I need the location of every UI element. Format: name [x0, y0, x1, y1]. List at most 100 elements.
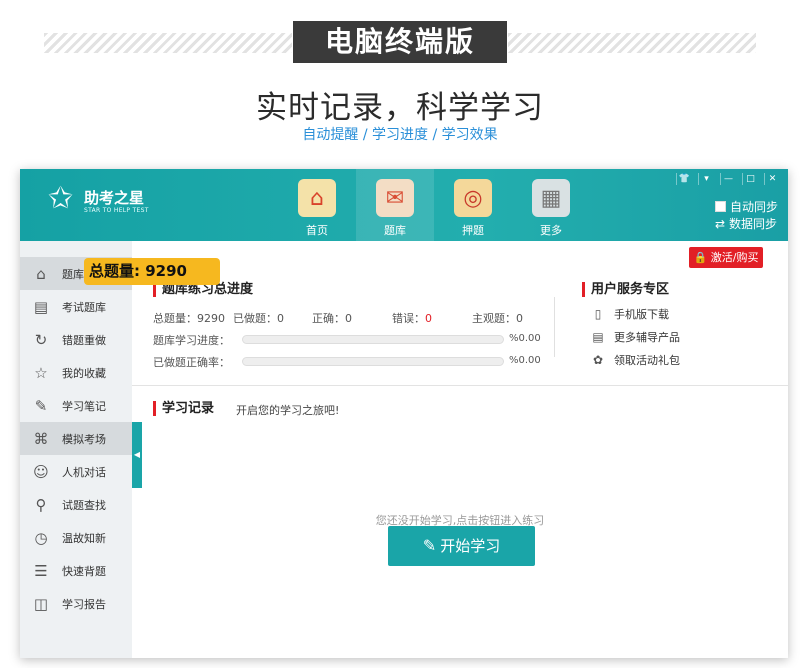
menu-dropdown-icon[interactable]: ▾	[698, 173, 714, 185]
nav-home[interactable]: ⌂ 首页	[278, 169, 356, 241]
star-logo-icon: ✩	[48, 181, 74, 216]
nav-label: 更多	[540, 224, 562, 237]
activate-purchase-button[interactable]: 🔒 激活/购买	[689, 247, 763, 268]
mail-icon: ✉	[376, 179, 414, 217]
stat-subjective: 主观题：0	[472, 312, 523, 325]
graduation-cap-icon: ⌘	[33, 429, 49, 448]
window-controls: 👕 ▾ — □ ✕	[676, 173, 780, 185]
top-bar: ✩ 助考之星 STAR TO HELP TEST ⌂ 首页 ✉ 题库 ◎ 押题 …	[20, 169, 788, 241]
chat-icon: ☺	[33, 462, 49, 481]
total-questions-callout: 总题量: 9290	[84, 258, 220, 285]
logo-subtitle: STAR TO HELP TEST	[84, 207, 149, 214]
sidebar-item-label: 学习笔记	[62, 399, 106, 413]
sidebar-item-label: 考试题库	[62, 300, 106, 314]
sidebar-item-dialogue[interactable]: ☺ 人机对话	[20, 455, 132, 488]
activate-label: 激活/购买	[710, 251, 759, 264]
horizontal-divider	[132, 385, 788, 386]
sidebar-item-label: 快速背题	[62, 564, 106, 578]
gift-icon: ✿	[592, 353, 604, 367]
accuracy-progress-bar	[242, 357, 504, 366]
search-icon: ⚲	[35, 495, 47, 514]
sidebar-item-redo-wrong[interactable]: ↻ 错题重做	[20, 323, 132, 356]
vertical-divider	[554, 297, 555, 357]
sidebar-item-favorites[interactable]: ☆ 我的收藏	[20, 356, 132, 389]
service-item-label: 手机版下载	[614, 308, 669, 321]
service-mobile-download[interactable]: ▯ 手机版下载	[592, 306, 669, 322]
auto-sync-checkbox[interactable]	[714, 201, 726, 212]
sidebar-item-label: 人机对话	[62, 465, 106, 479]
service-item-label: 更多辅导产品	[614, 331, 680, 344]
service-section-title: 用户服务专区	[582, 282, 669, 297]
sidebar-collapse-handle[interactable]: ◀	[132, 422, 142, 488]
study-progress-percent: %0.00	[509, 333, 541, 344]
record-section-title: 学习记录	[153, 401, 214, 416]
data-sync-label: 数据同步	[729, 217, 778, 231]
accuracy-percent: %0.00	[509, 355, 541, 366]
maximize-icon[interactable]: □	[742, 173, 758, 185]
sidebar-item-report[interactable]: ◫ 学习报告	[20, 587, 132, 620]
pencil-icon: ✎	[422, 536, 437, 555]
accuracy-label: 已做题正确率：	[153, 356, 230, 369]
sidebar-item-label: 我的收藏	[62, 366, 106, 380]
stat-total: 总题量：9290	[153, 312, 225, 325]
sidebar-item-label: 模拟考场	[62, 432, 106, 446]
home-icon: ⌂	[36, 264, 46, 283]
service-gift-pack[interactable]: ✿ 领取活动礼包	[592, 352, 680, 368]
target-icon: ◎	[454, 179, 492, 217]
refresh-icon: ↻	[34, 330, 48, 349]
sync-panel: 自动同步 ⇄ 数据同步	[714, 198, 778, 232]
list-icon: ☰	[34, 561, 48, 580]
sidebar-item-label: 题库	[62, 267, 84, 281]
decorative-stripes-left	[44, 33, 292, 53]
data-sync-button[interactable]: ⇄ 数据同步	[715, 215, 778, 232]
nav-predict[interactable]: ◎ 押题	[434, 169, 512, 241]
document-icon: ▤	[33, 297, 49, 316]
service-more-products[interactable]: ▤ 更多辅导产品	[592, 329, 680, 345]
sidebar-item-mock-exam[interactable]: ⌘ 模拟考场	[20, 422, 132, 455]
lock-icon: 🔒	[693, 251, 708, 264]
edit-icon: ✎	[34, 396, 48, 415]
app-window: ✩ 助考之星 STAR TO HELP TEST ⌂ 首页 ✉ 题库 ◎ 押题 …	[20, 169, 788, 658]
service-item-label: 领取活动礼包	[614, 354, 680, 367]
sidebar-item-search[interactable]: ⚲ 试题查找	[20, 488, 132, 521]
nav-label: 押题	[462, 224, 484, 237]
nav-label: 题库	[384, 224, 406, 237]
headline: 实时记录，科学学习	[256, 90, 544, 126]
logo-name: 助考之星	[84, 189, 145, 207]
skin-icon[interactable]: 👕	[676, 173, 692, 185]
stat-done: 已做题：0	[233, 312, 284, 325]
clock-icon: ◷	[34, 528, 48, 547]
sidebar-item-notes[interactable]: ✎ 学习笔记	[20, 389, 132, 422]
sidebar-item-label: 试题查找	[62, 498, 106, 512]
document-icon: ▤	[592, 330, 604, 344]
stat-wrong-value: 0	[425, 312, 432, 325]
nav-label: 首页	[306, 224, 328, 237]
subline: 自动提醒 / 学习进度 / 学习效果	[302, 127, 498, 143]
sidebar-item-label: 温故知新	[62, 531, 106, 545]
study-progress-bar	[242, 335, 504, 344]
logo: ✩ 助考之星 STAR TO HELP TEST	[48, 181, 168, 223]
close-icon[interactable]: ✕	[764, 173, 780, 185]
auto-sync-toggle[interactable]: 自动同步	[714, 198, 778, 215]
sidebar-item-label: 错题重做	[62, 333, 106, 347]
minimize-icon[interactable]: —	[720, 173, 736, 185]
banner-title: 电脑终端版	[293, 21, 507, 63]
sidebar-item-review[interactable]: ◷ 温故知新	[20, 521, 132, 554]
sidebar: ⌂ 题库 ▤ 考试题库 ↻ 错题重做 ☆ 我的收藏 ✎ 学习笔记 ⌘ 模拟考场 …	[20, 241, 132, 658]
sync-icon: ⇄	[714, 216, 726, 231]
stat-wrong-label: 错误：	[392, 312, 425, 325]
start-learning-label: 开始学习	[440, 537, 501, 555]
start-learning-button[interactable]: ✎ 开始学习	[388, 526, 535, 566]
main-nav: ⌂ 首页 ✉ 题库 ◎ 押题 ▦ 更多	[278, 169, 590, 241]
book-icon: ◫	[33, 594, 49, 613]
decorative-stripes-right	[508, 33, 756, 53]
home-icon: ⌂	[298, 179, 336, 217]
grid-icon: ▦	[532, 179, 570, 217]
stat-wrong: 错误：0	[392, 310, 432, 326]
sidebar-item-exam-bank[interactable]: ▤ 考试题库	[20, 290, 132, 323]
nav-question-bank[interactable]: ✉ 题库	[356, 169, 434, 241]
sidebar-item-quick-memorize[interactable]: ☰ 快速背题	[20, 554, 132, 587]
phone-icon: ▯	[594, 307, 602, 321]
auto-sync-label: 自动同步	[729, 200, 778, 214]
nav-more[interactable]: ▦ 更多	[512, 169, 590, 241]
